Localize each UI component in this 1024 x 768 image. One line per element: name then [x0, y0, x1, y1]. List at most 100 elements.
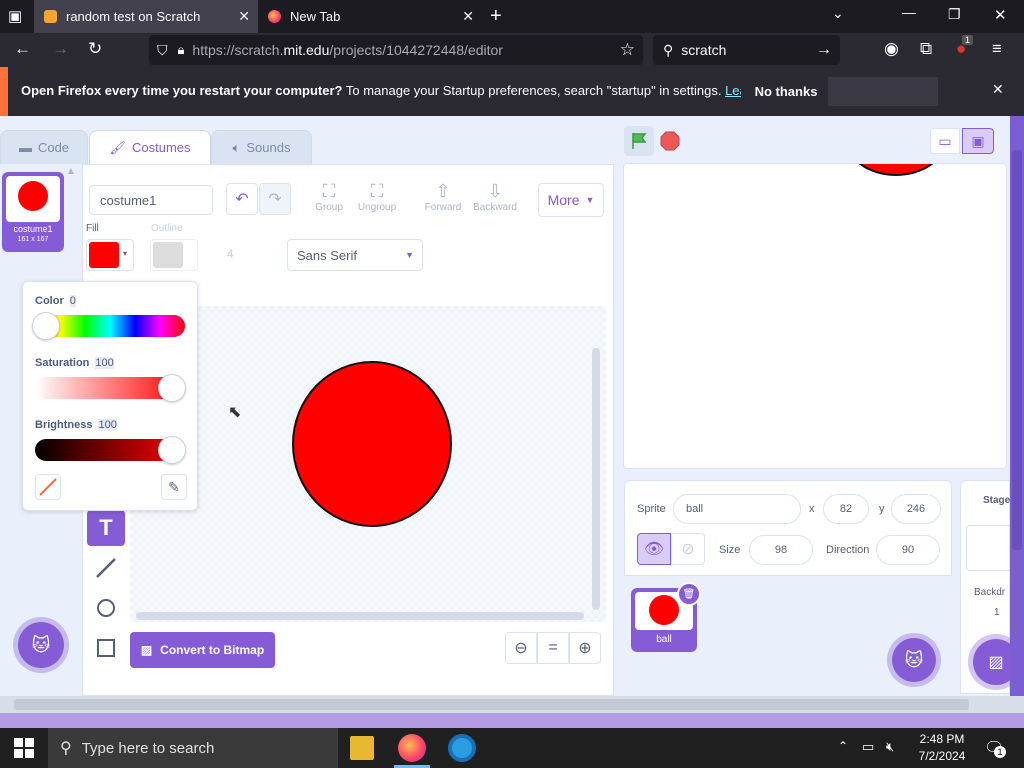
backdrop-thumbnail[interactable] [966, 525, 1011, 571]
taskbar-search-box[interactable]: ⚲ Type here to search [48, 728, 338, 768]
rectangle-tool-button[interactable] [87, 630, 125, 666]
size-input[interactable]: 98 [749, 535, 813, 565]
no-color-button[interactable] [35, 474, 61, 500]
text-tool-button[interactable]: T [87, 510, 125, 546]
delete-sprite-button[interactable]: 🗑︎ [677, 582, 701, 606]
file-explorer-icon[interactable] [350, 736, 374, 760]
eyedropper-button[interactable]: ✎ [161, 474, 187, 500]
costume-thumbnail[interactable]: 1 costume1 161 x 167 [2, 172, 64, 252]
clock-time[interactable]: 2:48 PM [912, 732, 972, 746]
color-slider[interactable] [32, 312, 185, 340]
more-dropdown[interactable]: More ▼ [538, 183, 604, 217]
outline-color-button[interactable] [150, 239, 198, 271]
notification-message: Open Firefox every time you restart your… [21, 83, 792, 98]
redo-button[interactable]: ↷ [259, 183, 291, 215]
account-icon[interactable]: ◉ [884, 39, 899, 59]
scrollbar-thumb[interactable] [1012, 150, 1022, 550]
back-arrow-icon[interactable]: ← [14, 39, 31, 59]
brightness-slider[interactable] [35, 436, 186, 464]
close-icon[interactable]: ✕ [462, 8, 474, 25]
notification-close-icon[interactable]: ✕ [992, 81, 1004, 98]
firefox-taskbar-icon[interactable] [398, 734, 426, 762]
search-go-arrow-icon[interactable]: → [816, 41, 832, 59]
red-circle-shape[interactable] [292, 361, 452, 527]
volume-muted-icon[interactable]: 🔇︎ [886, 739, 894, 755]
minimize-icon[interactable]: — [902, 4, 916, 20]
ungroup-button[interactable]: ⛶ Ungroup [353, 181, 401, 213]
line-tool-button[interactable] [87, 550, 125, 586]
hide-sprite-button[interactable]: ⊘ [671, 533, 705, 565]
zoom-out-button[interactable]: ⊖ [505, 632, 537, 664]
paint-canvas[interactable]: ⬉ [130, 306, 606, 622]
direction-label: Direction [826, 544, 870, 556]
zoom-reset-button[interactable]: = [537, 632, 569, 664]
show-sprite-button[interactable]: 👁︎ [637, 533, 671, 565]
zoom-in-button[interactable]: ⊕ [569, 632, 601, 664]
tab-new-tab[interactable]: New Tab ✕ [258, 0, 482, 33]
zoom-out-icon: ⊖ [514, 640, 528, 657]
backward-button[interactable]: ⇩ Backward [469, 181, 521, 213]
reload-icon[interactable]: ↻ [88, 39, 102, 59]
stage-canvas[interactable] [623, 163, 1007, 469]
sprite-label: Sprite [637, 503, 666, 515]
saturation-slider-knob[interactable] [158, 374, 186, 402]
y-input[interactable]: 246 [891, 494, 941, 524]
stage-selector-panel[interactable]: Stage Backdr 1 ▨ [960, 480, 1019, 694]
tab-sounds[interactable]: 🔈︎ Sounds [211, 130, 312, 164]
undo-button[interactable]: ↶ [226, 183, 258, 215]
saturation-slider[interactable] [35, 374, 186, 402]
tab-list-icon[interactable]: ▣ [8, 7, 22, 25]
large-stage-icon[interactable]: ▣ [962, 128, 994, 154]
canvas-vertical-scrollbar[interactable] [592, 348, 600, 610]
choose-sprite-button[interactable]: 🐱︎ [892, 638, 936, 682]
page-vertical-scrollbar[interactable] [1010, 116, 1024, 696]
choose-costume-button[interactable]: 🐱︎ [18, 622, 64, 668]
forward-button[interactable]: ⇧ Forward [419, 181, 467, 213]
extensions-icon[interactable]: ⧉ [920, 39, 932, 59]
notification-action-button[interactable] [828, 77, 938, 106]
window-close-icon[interactable]: ✕ [994, 6, 1007, 24]
eyedropper-icon: ✎ [168, 478, 180, 495]
tab-scratch[interactable]: random test on Scratch ✕ [34, 0, 258, 33]
backdrops-count: 1 [994, 607, 1000, 618]
network-icon[interactable]: ▭ [862, 739, 874, 755]
canvas-horizontal-scrollbar[interactable] [136, 612, 584, 620]
direction-input[interactable]: 90 [876, 535, 940, 565]
menu-hamburger-icon[interactable]: ≡ [992, 39, 1002, 59]
tab-code[interactable]: ▬ Code [0, 130, 88, 164]
bookmark-star-icon[interactable]: ☆ [620, 40, 635, 60]
costume-name-input[interactable]: costume1 [89, 185, 213, 215]
restore-icon[interactable]: ❐ [948, 6, 961, 23]
small-stage-icon[interactable]: ▭ [930, 128, 960, 154]
close-icon[interactable]: ✕ [238, 8, 250, 25]
x-input[interactable]: 82 [823, 494, 869, 524]
forward-arrow-icon[interactable]: → [52, 39, 69, 59]
green-flag-button[interactable] [624, 126, 654, 156]
scrollbar-thumb[interactable] [14, 699, 969, 710]
tray-chevron-up-icon[interactable]: ⌃ [838, 739, 848, 753]
app-taskbar-icon[interactable] [448, 734, 476, 762]
windows-start-icon[interactable] [14, 738, 34, 758]
search-placeholder: Type here to search [81, 739, 215, 757]
circle-tool-button[interactable] [87, 590, 125, 626]
convert-to-bitmap-button[interactable]: ▨ Convert to Bitmap [130, 632, 275, 668]
group-button[interactable]: ⛶ Group [309, 181, 349, 213]
clock-date[interactable]: 7/2/2024 [912, 749, 972, 763]
no-thanks-button[interactable]: No thanks [741, 77, 831, 106]
tab-overflow-chevron-icon[interactable]: ⌄ [832, 5, 844, 22]
page-horizontal-scrollbar[interactable] [0, 696, 1024, 713]
search-bar[interactable]: ⚲ scratch → [653, 35, 840, 65]
fill-color-button[interactable]: ▾ [86, 239, 134, 271]
new-tab-plus-icon[interactable]: + [490, 5, 502, 28]
tab-costumes[interactable]: 🖌︎ Costumes [89, 130, 211, 164]
sprite-name-input[interactable]: ball [673, 494, 801, 524]
url-bar[interactable]: ⛉ 🔒︎ https://scratch. mit.edu/projects/10… [149, 35, 643, 65]
scroll-up-icon[interactable]: ▲ [66, 166, 78, 177]
sprite-thumbnail[interactable]: ball 🗑︎ [631, 582, 701, 652]
outline-width[interactable]: 4 [227, 247, 234, 261]
stop-button[interactable] [660, 131, 680, 151]
font-dropdown[interactable]: Sans Serif ▼ [287, 239, 423, 271]
brightness-slider-knob[interactable] [158, 436, 186, 464]
color-slider-knob[interactable] [32, 312, 60, 340]
ball-sprite-on-stage[interactable] [846, 164, 946, 176]
